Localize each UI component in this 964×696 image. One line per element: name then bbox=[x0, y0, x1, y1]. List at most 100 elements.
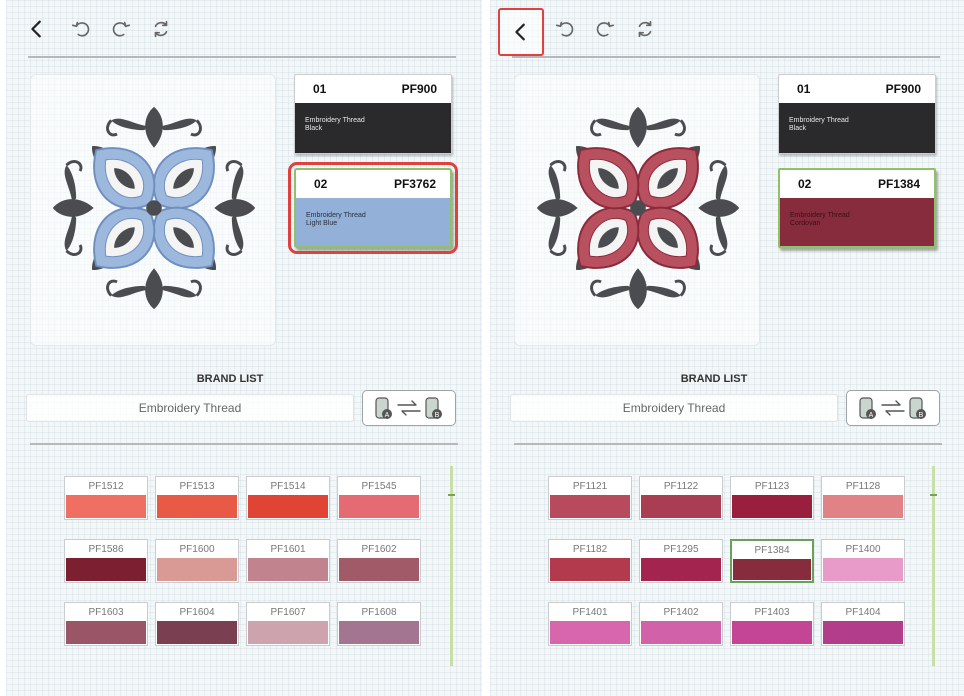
thread-swatch[interactable]: PF1403 bbox=[730, 602, 814, 646]
back-icon bbox=[515, 23, 525, 41]
section-divider bbox=[30, 443, 458, 445]
thread-swatch-code: PF1601 bbox=[270, 543, 306, 555]
thread-swatch[interactable]: PF1182 bbox=[548, 539, 632, 583]
thread-swatch-code: PF1545 bbox=[361, 480, 397, 492]
thread-number: 02 bbox=[798, 177, 812, 191]
thread-swatch[interactable]: PF1586 bbox=[64, 539, 148, 583]
back-button[interactable] bbox=[20, 12, 54, 46]
reset-button[interactable] bbox=[144, 12, 178, 46]
thread-swatch-code: PF1607 bbox=[270, 606, 306, 618]
color-change-screen-after: 01 PF900 Embroidery Thread Black 02 PF1384… bbox=[490, 0, 964, 696]
toolbar-divider bbox=[512, 56, 940, 58]
embroidery-preview bbox=[514, 74, 760, 346]
thread-swatch[interactable]: PF1121 bbox=[548, 476, 632, 520]
thread-brand: Embroidery Thread bbox=[306, 212, 366, 219]
undo-icon bbox=[71, 21, 90, 37]
thread-swatch-color bbox=[823, 495, 903, 518]
thread-swatch[interactable]: PF1128 bbox=[821, 476, 905, 520]
thread-code: PF900 bbox=[401, 82, 437, 96]
thread-swatch[interactable]: PF1122 bbox=[639, 476, 723, 520]
redo-button[interactable] bbox=[104, 12, 138, 46]
thread-swatch[interactable]: PF1123 bbox=[730, 476, 814, 520]
thread-color-swatch: Embroidery Thread Black bbox=[779, 103, 935, 153]
thread-swatch[interactable]: PF1513 bbox=[155, 476, 239, 520]
svg-text:A: A bbox=[869, 412, 874, 419]
palette-scrollbar[interactable] bbox=[448, 466, 455, 666]
thread-swatch[interactable]: PF1514 bbox=[246, 476, 330, 520]
brand-select[interactable]: Embroidery Thread bbox=[26, 394, 354, 422]
thread-card-02[interactable]: 02 PF1384 Embroidery Thread Cordovan bbox=[778, 168, 936, 248]
thread-code: PF900 bbox=[885, 82, 921, 96]
thread-swatch-color bbox=[732, 495, 812, 518]
color-change-screen-before: 01 PF900 Embroidery Thread Black 02 PF3762… bbox=[6, 0, 482, 696]
scroll-thumb[interactable] bbox=[930, 494, 937, 496]
thread-swatch[interactable]: PF1600 bbox=[155, 539, 239, 583]
back-button[interactable] bbox=[498, 8, 544, 56]
thread-number: 01 bbox=[313, 82, 327, 96]
thread-swatch-color bbox=[550, 495, 630, 518]
thread-color-swatch: Embroidery Thread Cordovan bbox=[780, 198, 934, 246]
thread-convert-button[interactable]: A B bbox=[846, 390, 940, 426]
thread-swatch-code: PF1121 bbox=[572, 480, 608, 492]
thread-swatch-color bbox=[641, 495, 721, 518]
thread-swatch[interactable]: PF1400 bbox=[821, 539, 905, 583]
thread-swatch-color bbox=[550, 558, 630, 581]
thread-swatch[interactable]: PF1512 bbox=[64, 476, 148, 520]
brand-select[interactable]: Embroidery Thread bbox=[510, 394, 838, 422]
thread-brand: Embroidery Thread bbox=[790, 212, 850, 219]
scroll-thumb[interactable] bbox=[448, 494, 455, 496]
thread-swatch[interactable]: PF1545 bbox=[337, 476, 421, 520]
thread-swatch-color bbox=[66, 558, 146, 581]
thread-swatch-code: PF1122 bbox=[663, 480, 699, 492]
toolbar bbox=[490, 0, 964, 58]
thread-name: Light Blue bbox=[306, 220, 338, 227]
thread-card-02[interactable]: 02 PF3762 Embroidery Thread Light Blue bbox=[288, 162, 458, 254]
redo-button[interactable] bbox=[588, 12, 622, 46]
thread-swatch-code: PF1512 bbox=[88, 480, 124, 492]
undo-button[interactable] bbox=[548, 12, 582, 46]
thread-swatch-color bbox=[732, 621, 812, 644]
thread-convert-icon: A B bbox=[859, 397, 926, 419]
svg-text:B: B bbox=[435, 412, 440, 419]
thread-swatch[interactable]: PF1604 bbox=[155, 602, 239, 646]
undo-button[interactable] bbox=[64, 12, 98, 46]
thread-swatch-color bbox=[157, 621, 237, 644]
section-divider bbox=[514, 443, 942, 445]
thread-swatch-color bbox=[550, 621, 630, 644]
thread-color-swatch: Embroidery Thread Light Blue bbox=[296, 198, 450, 246]
thread-swatch-color bbox=[641, 558, 721, 581]
thread-swatch[interactable]: PF1602 bbox=[337, 539, 421, 583]
thread-swatch-color bbox=[641, 621, 721, 644]
back-icon bbox=[31, 20, 41, 38]
thread-card-01[interactable]: 01 PF900 Embroidery Thread Black bbox=[778, 74, 936, 154]
thread-swatch[interactable]: PF1608 bbox=[337, 602, 421, 646]
thread-swatch[interactable]: PF1295 bbox=[639, 539, 723, 583]
thread-color-swatch: Embroidery Thread Black bbox=[295, 103, 451, 153]
thread-swatch-code: PF1586 bbox=[88, 543, 124, 555]
embroidery-preview bbox=[30, 74, 276, 346]
undo-icon bbox=[555, 21, 574, 37]
thread-convert-button[interactable]: A B bbox=[362, 390, 456, 426]
reset-button[interactable] bbox=[628, 12, 662, 46]
thread-swatch-color bbox=[157, 558, 237, 581]
thread-swatch-color bbox=[157, 495, 237, 518]
palette-scrollbar[interactable] bbox=[930, 466, 937, 666]
thread-swatch[interactable]: PF1601 bbox=[246, 539, 330, 583]
thread-name: Cordovan bbox=[790, 220, 821, 227]
thread-swatch-code: PF1128 bbox=[845, 480, 881, 492]
thread-card-01[interactable]: 01 PF900 Embroidery Thread Black bbox=[294, 74, 452, 154]
thread-swatch[interactable]: PF1404 bbox=[821, 602, 905, 646]
thread-swatch-code: PF1514 bbox=[270, 480, 306, 492]
thread-swatch[interactable]: PF1603 bbox=[64, 602, 148, 646]
thread-swatch[interactable]: PF1402 bbox=[639, 602, 723, 646]
thread-swatch[interactable]: PF1384 bbox=[730, 539, 814, 583]
thread-convert-icon: A B bbox=[375, 397, 442, 419]
thread-swatch-color bbox=[339, 495, 419, 518]
thread-swatch-code: PF1602 bbox=[361, 543, 397, 555]
svg-text:B: B bbox=[919, 412, 924, 419]
thread-swatch[interactable]: PF1607 bbox=[246, 602, 330, 646]
thread-swatch-code: PF1403 bbox=[754, 606, 790, 618]
thread-swatch-code: PF1404 bbox=[845, 606, 881, 618]
thread-swatch[interactable]: PF1401 bbox=[548, 602, 632, 646]
redo-icon bbox=[596, 21, 615, 37]
